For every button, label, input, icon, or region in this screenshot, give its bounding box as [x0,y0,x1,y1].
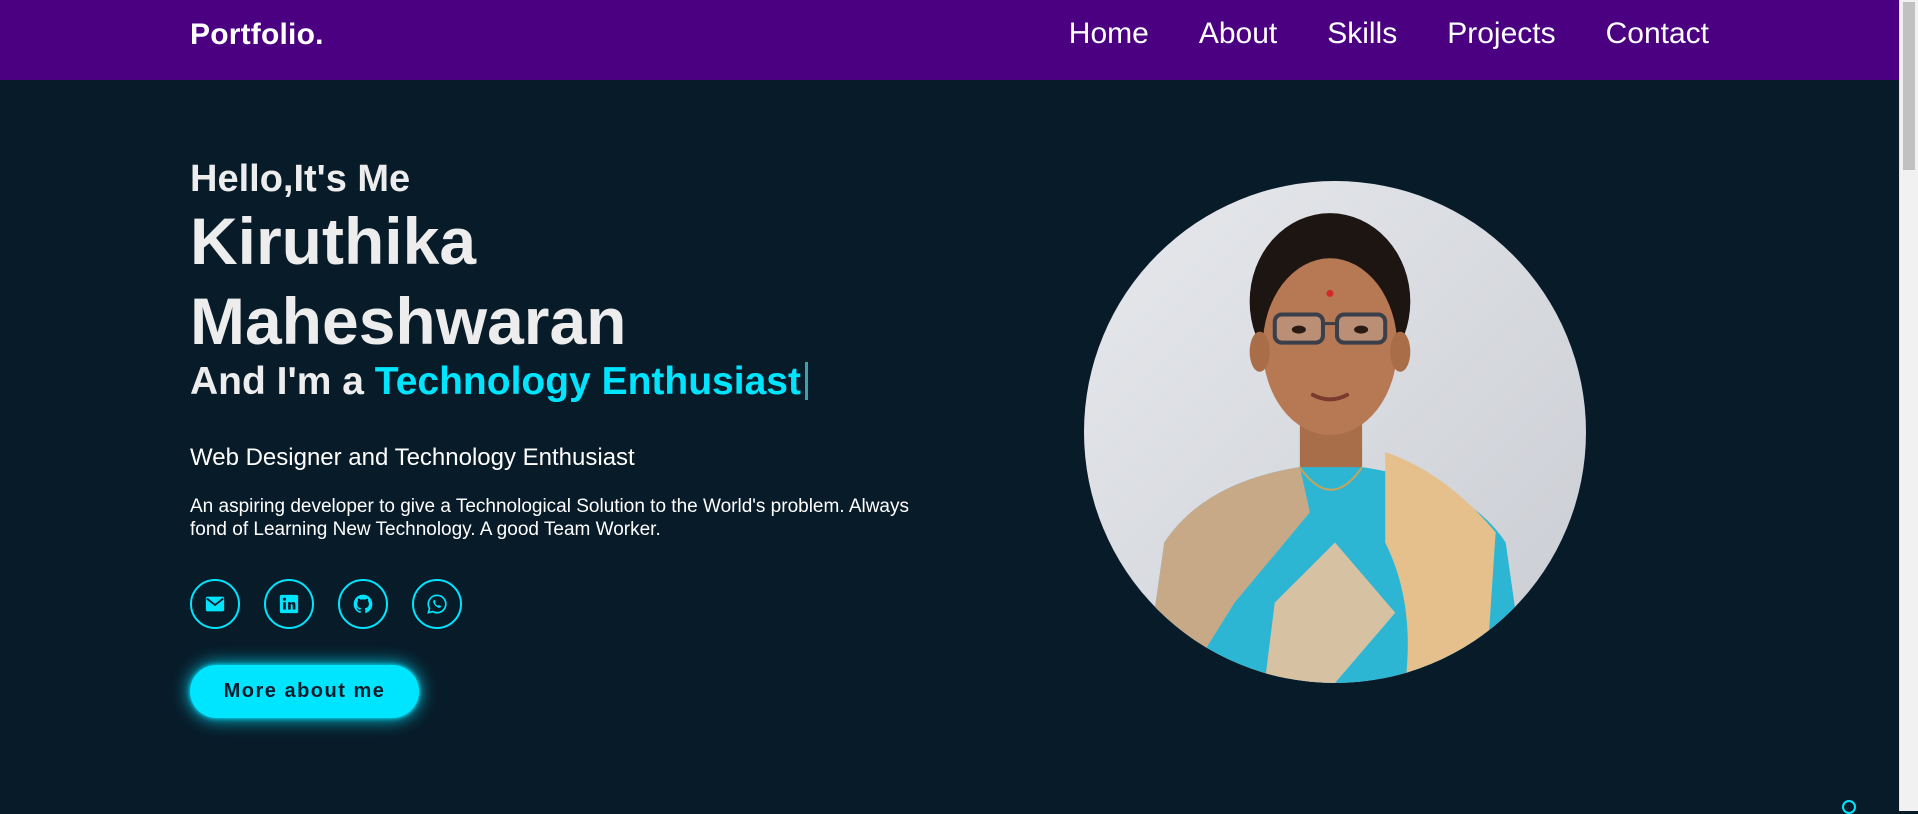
logo-link[interactable]: Portfolio. [190,18,324,52]
typing-cursor [804,362,808,400]
scrollbar-thumb[interactable] [1903,2,1915,170]
nav-contact[interactable]: Contact [1606,17,1709,51]
role-typed-text: Technology Enthusiast [374,360,801,403]
profile-photo-illustration [1084,181,1586,683]
whatsapp-icon [427,594,447,614]
role-prefix: And I'm a [190,360,375,403]
linkedin-icon [279,594,299,614]
more-about-me-button[interactable]: More about me [190,665,419,718]
name-heading: Kiruthika Maheshwaran [190,201,950,361]
scroll-top-icon[interactable] [1842,800,1856,814]
hero-section: Hello,It's Me Kiruthika Maheshwaran And … [190,155,950,718]
hero-description: An aspiring developer to give a Technolo… [190,496,910,540]
nav-about[interactable]: About [1199,17,1277,51]
greeting-heading: Hello,It's Me [190,158,411,200]
nav-projects[interactable]: Projects [1447,17,1555,51]
main-nav: Home About Skills Projects Contact [1069,17,1709,51]
site-header: Portfolio. Home About Skills Projects Co… [0,0,1899,80]
page-scrollbar[interactable] [1899,0,1918,811]
whatsapp-link[interactable] [412,579,462,629]
github-link[interactable] [338,579,388,629]
nav-home[interactable]: Home [1069,17,1149,51]
linkedin-link[interactable] [264,579,314,629]
mail-icon [205,596,225,612]
role-heading: And I'm a Technology Enthusiast [190,357,950,407]
hero-subtitle: Web Designer and Technology Enthusiast [190,444,635,471]
social-links [190,579,950,629]
profile-photo [1084,181,1586,683]
email-link[interactable] [190,579,240,629]
github-icon [353,594,373,614]
nav-skills[interactable]: Skills [1327,17,1397,51]
name-last: Maheshwaran [190,284,627,358]
name-first: Kiruthika [190,204,477,278]
